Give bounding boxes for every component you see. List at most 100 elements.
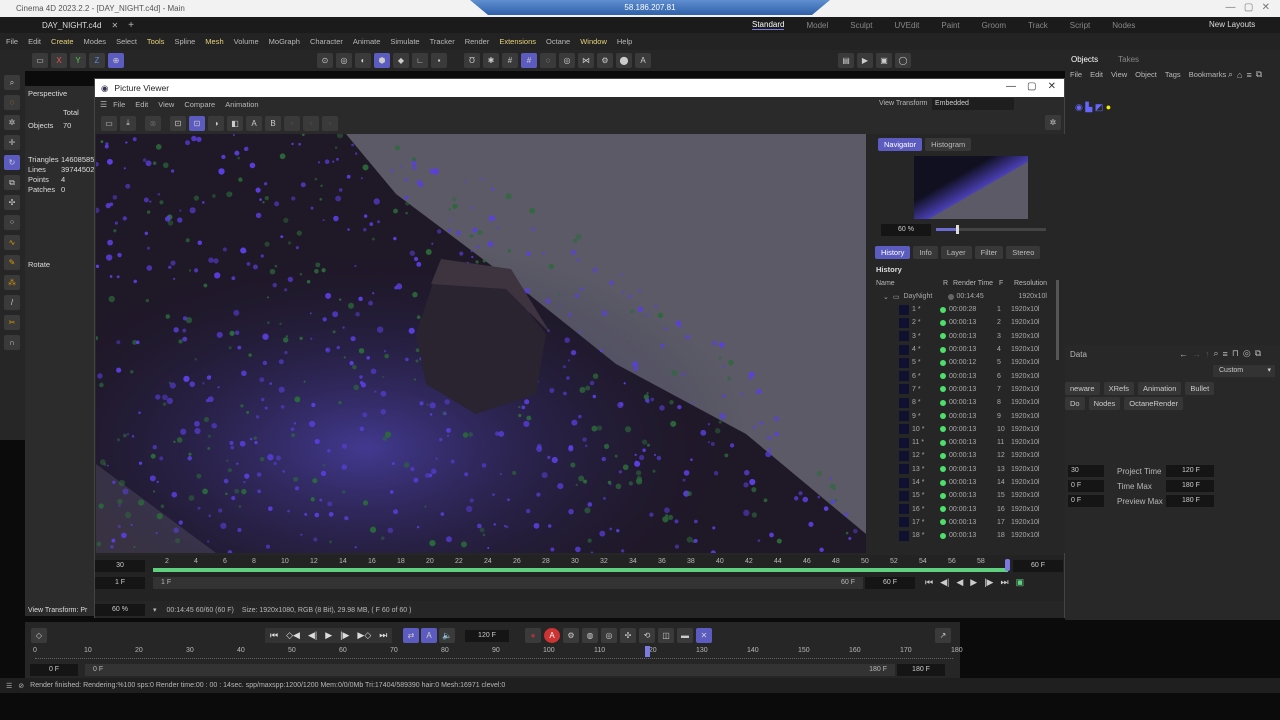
sculpt-icon[interactable]: ⁂ bbox=[4, 275, 20, 290]
rotate-icon[interactable]: ↻ bbox=[4, 155, 20, 170]
zoom-slider-handle[interactable] bbox=[956, 225, 959, 234]
y-axis-button[interactable]: Y bbox=[70, 53, 86, 68]
navigator-zoom-field[interactable]: 60 % bbox=[881, 224, 931, 236]
position-key-icon[interactable]: ✣ bbox=[620, 628, 636, 643]
history-row[interactable]: 1 * 00:00:28 1 1920x10l bbox=[873, 303, 1053, 316]
auto-icon[interactable]: A bbox=[635, 53, 651, 68]
search-icon[interactable]: ⌕ bbox=[1228, 69, 1233, 80]
layout-tab-groom[interactable]: Groom bbox=[982, 21, 1006, 30]
pv-menu-file[interactable]: File bbox=[113, 100, 125, 109]
points-mode-icon[interactable]: ⊙ bbox=[317, 53, 333, 68]
rendered-image[interactable] bbox=[96, 134, 866, 553]
pv-menu-animation[interactable]: Animation bbox=[225, 100, 258, 109]
menu-mesh[interactable]: Mesh bbox=[205, 37, 223, 46]
lock-icon[interactable]: ⊓ bbox=[1232, 348, 1239, 359]
brush-icon[interactable]: / bbox=[4, 295, 20, 310]
tab-history[interactable]: History bbox=[875, 246, 911, 259]
settings-icon[interactable]: ⚙ bbox=[597, 53, 613, 68]
back-arrow-icon[interactable]: ← bbox=[1179, 349, 1188, 359]
menu-file[interactable]: File bbox=[6, 37, 18, 46]
fps-field[interactable]: 30 bbox=[95, 560, 145, 572]
compare-icon[interactable]: ◧ bbox=[227, 115, 243, 131]
quantize-icon[interactable]: ✱ bbox=[483, 53, 499, 68]
history-row[interactable]: 18 * 00:00:13 18 1920x10l bbox=[873, 529, 1053, 542]
history-row[interactable]: 2 * 00:00:13 2 1920x10l bbox=[873, 316, 1053, 329]
prev-frame-icon[interactable]: ◀| bbox=[308, 630, 317, 641]
rotation-key-icon[interactable]: ◎ bbox=[601, 628, 617, 643]
key-settings-icon[interactable]: ⚙ bbox=[563, 628, 579, 643]
go-start-icon[interactable]: ⏮ bbox=[925, 577, 933, 588]
objects-menu-tags[interactable]: Tags bbox=[1165, 70, 1181, 79]
preview-range-bar[interactable]: 0 F 180 F bbox=[85, 664, 895, 676]
z-axis-button[interactable]: Z bbox=[89, 53, 105, 68]
history-row[interactable]: 17 * 00:00:13 17 1920x10l bbox=[873, 516, 1053, 529]
history-scrollbar[interactable] bbox=[1056, 280, 1059, 360]
model-mode-icon[interactable]: ⬢ bbox=[374, 53, 390, 68]
scale-icon[interactable]: ⧉ bbox=[4, 175, 20, 190]
sound-icon[interactable]: 🔈 bbox=[439, 628, 455, 643]
menu-simulate[interactable]: Simulate bbox=[390, 37, 419, 46]
document-tab[interactable]: DAY_NIGHT.c4d bbox=[42, 21, 101, 30]
tab-layer[interactable]: Layer bbox=[940, 246, 972, 259]
polygons-mode-icon[interactable]: ◐ bbox=[355, 53, 371, 68]
param-key-icon[interactable]: ◫ bbox=[658, 628, 674, 643]
target-icon[interactable]: ◎ bbox=[1243, 348, 1251, 359]
min-time-field[interactable]: 0 F bbox=[1068, 480, 1104, 492]
pla-key-icon[interactable]: ▬ bbox=[677, 628, 693, 643]
spline-pen-icon[interactable]: ∿ bbox=[4, 235, 20, 250]
preview-min-field[interactable]: 0 F bbox=[1068, 495, 1104, 507]
prev-key-icon[interactable]: ◇◀ bbox=[286, 630, 300, 641]
play-icon[interactable]: ▶ bbox=[325, 630, 332, 641]
picture-viewer-window-controls[interactable]: — ▢ ✕ bbox=[1006, 81, 1056, 92]
fps-field[interactable]: 30 bbox=[1068, 465, 1104, 477]
point-level-icon[interactable]: ✕ bbox=[696, 628, 712, 643]
pin-icon[interactable]: ✲ bbox=[1045, 115, 1061, 130]
undo-icon[interactable]: ▭ bbox=[32, 53, 48, 68]
coordinate-system-icon[interactable]: ⊕ bbox=[108, 53, 124, 68]
history-row[interactable]: 9 * 00:00:13 9 1920x10l bbox=[873, 409, 1053, 422]
close-tab-icon[interactable]: ✕ bbox=[111, 21, 118, 30]
menu-tracker[interactable]: Tracker bbox=[430, 37, 455, 46]
region-render-icon[interactable]: ⊡ bbox=[170, 115, 186, 131]
attribute-chip[interactable]: Bullet bbox=[1185, 382, 1215, 395]
menu-create[interactable]: Create bbox=[51, 37, 74, 46]
current-frame-field[interactable]: 60 F bbox=[865, 577, 915, 589]
layout-tab-uvedit[interactable]: UVEdit bbox=[895, 21, 920, 30]
column-header-resolution[interactable]: Resolution bbox=[1014, 280, 1047, 287]
menu-render[interactable]: Render bbox=[465, 37, 490, 46]
tab-info[interactable]: Info bbox=[913, 246, 938, 259]
menu-icon[interactable]: ☰ bbox=[6, 682, 12, 690]
history-row[interactable]: 3 * 00:00:13 3 1920x10l bbox=[873, 330, 1053, 343]
layout-tab-model[interactable]: Model bbox=[806, 21, 828, 30]
menu-character[interactable]: Character bbox=[310, 37, 343, 46]
go-end-icon[interactable]: ⏭ bbox=[1000, 577, 1008, 588]
motion-icon[interactable]: ◍ bbox=[582, 628, 598, 643]
target-icon[interactable]: ◎ bbox=[559, 53, 575, 68]
end-frame-field[interactable]: 60 F bbox=[1013, 560, 1063, 572]
go-end-icon[interactable]: ⏭ bbox=[379, 630, 387, 641]
symmetry-icon[interactable]: ⋈ bbox=[578, 53, 594, 68]
objects-menu-edit[interactable]: Edit bbox=[1090, 70, 1103, 79]
layout-tab-nodes[interactable]: Nodes bbox=[1112, 21, 1135, 30]
axis-icon[interactable]: ∟ bbox=[412, 53, 428, 68]
go-start-icon[interactable]: ⏮ bbox=[270, 630, 278, 641]
column-header-r[interactable]: R bbox=[943, 280, 948, 287]
layout-tab-sculpt[interactable]: Sculpt bbox=[850, 21, 872, 30]
hamburger-icon[interactable]: ☰ bbox=[100, 100, 107, 109]
chevron-down-icon[interactable]: ⌄ bbox=[883, 293, 889, 301]
pv-menu-edit[interactable]: Edit bbox=[135, 100, 148, 109]
loop-icon[interactable]: ⇄ bbox=[403, 628, 419, 643]
start-field[interactable]: 0 F bbox=[30, 664, 78, 676]
new-layouts-button[interactable]: New Layouts bbox=[1209, 20, 1255, 29]
column-header-name[interactable]: Name bbox=[876, 280, 895, 287]
history-row[interactable]: 13 * 00:00:13 13 1920x10l bbox=[873, 463, 1053, 476]
up-arrow-icon[interactable]: ↑ bbox=[1205, 349, 1210, 359]
range-bar[interactable]: 1 F 60 F bbox=[153, 577, 863, 589]
menu-window[interactable]: Window bbox=[580, 37, 607, 46]
layer-icon[interactable]: ▫ bbox=[303, 115, 319, 131]
solo-icon[interactable]: ▪ bbox=[431, 53, 447, 68]
menu-tools[interactable]: Tools bbox=[147, 37, 165, 46]
redshift-icon[interactable]: ◯ bbox=[895, 53, 911, 68]
tweak-icon[interactable]: ✲ bbox=[4, 115, 20, 130]
history-row[interactable]: 15 * 00:00:13 15 1920x10l bbox=[873, 489, 1053, 502]
